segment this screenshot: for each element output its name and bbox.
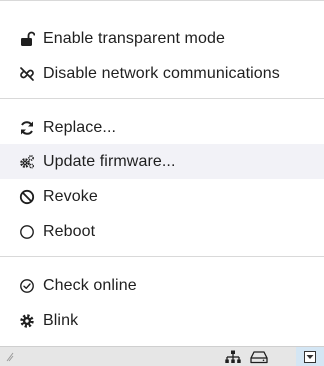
unlock-icon [18,30,36,48]
menu-item-label: Reboot [43,222,96,240]
menu-item-update-firmware[interactable]: Update firmware... [0,144,324,179]
menu-item-blink[interactable]: Blink [0,303,324,338]
statusbar-dropdown-button[interactable] [296,347,324,366]
menu-item-disable-network-communications[interactable]: Disable network communications [0,56,324,91]
menu-item-label: Check online [43,276,137,294]
menu-item-label: Update firmware... [43,152,176,170]
check-circle-icon [18,277,36,295]
menu-item-replace[interactable]: Replace... [0,110,324,145]
menu-item-label: Blink [43,311,79,329]
menu-item-check-online[interactable]: Check online [0,268,324,303]
refresh-icon [18,119,36,137]
menu-item-enable-transparent-mode[interactable]: Enable transparent mode [0,21,324,56]
menu-item-label: Disable network communications [43,64,280,82]
menu-item-revoke[interactable]: Revoke [0,179,324,214]
hard-drive-icon[interactable] [250,349,268,365]
menu-item-label: Replace... [43,118,117,136]
menu-divider [0,0,324,1]
menu-item-label: Enable transparent mode [43,29,225,47]
resize-grip-icon[interactable] [6,350,14,362]
menu-item-label: Revoke [43,187,98,205]
menu-divider [0,256,324,257]
dropdown-toggle-icon [304,350,316,363]
network-icon[interactable] [224,349,242,365]
gears-icon [18,153,36,171]
menu-item-reboot[interactable]: Reboot [0,214,324,249]
gear-icon [18,312,36,330]
circle-icon [18,223,36,241]
status-bar [0,346,324,366]
unlink-icon [18,65,36,83]
context-menu: Enable transparent mode Disable network … [0,0,324,346]
ban-icon [18,188,36,206]
menu-divider [0,98,324,99]
